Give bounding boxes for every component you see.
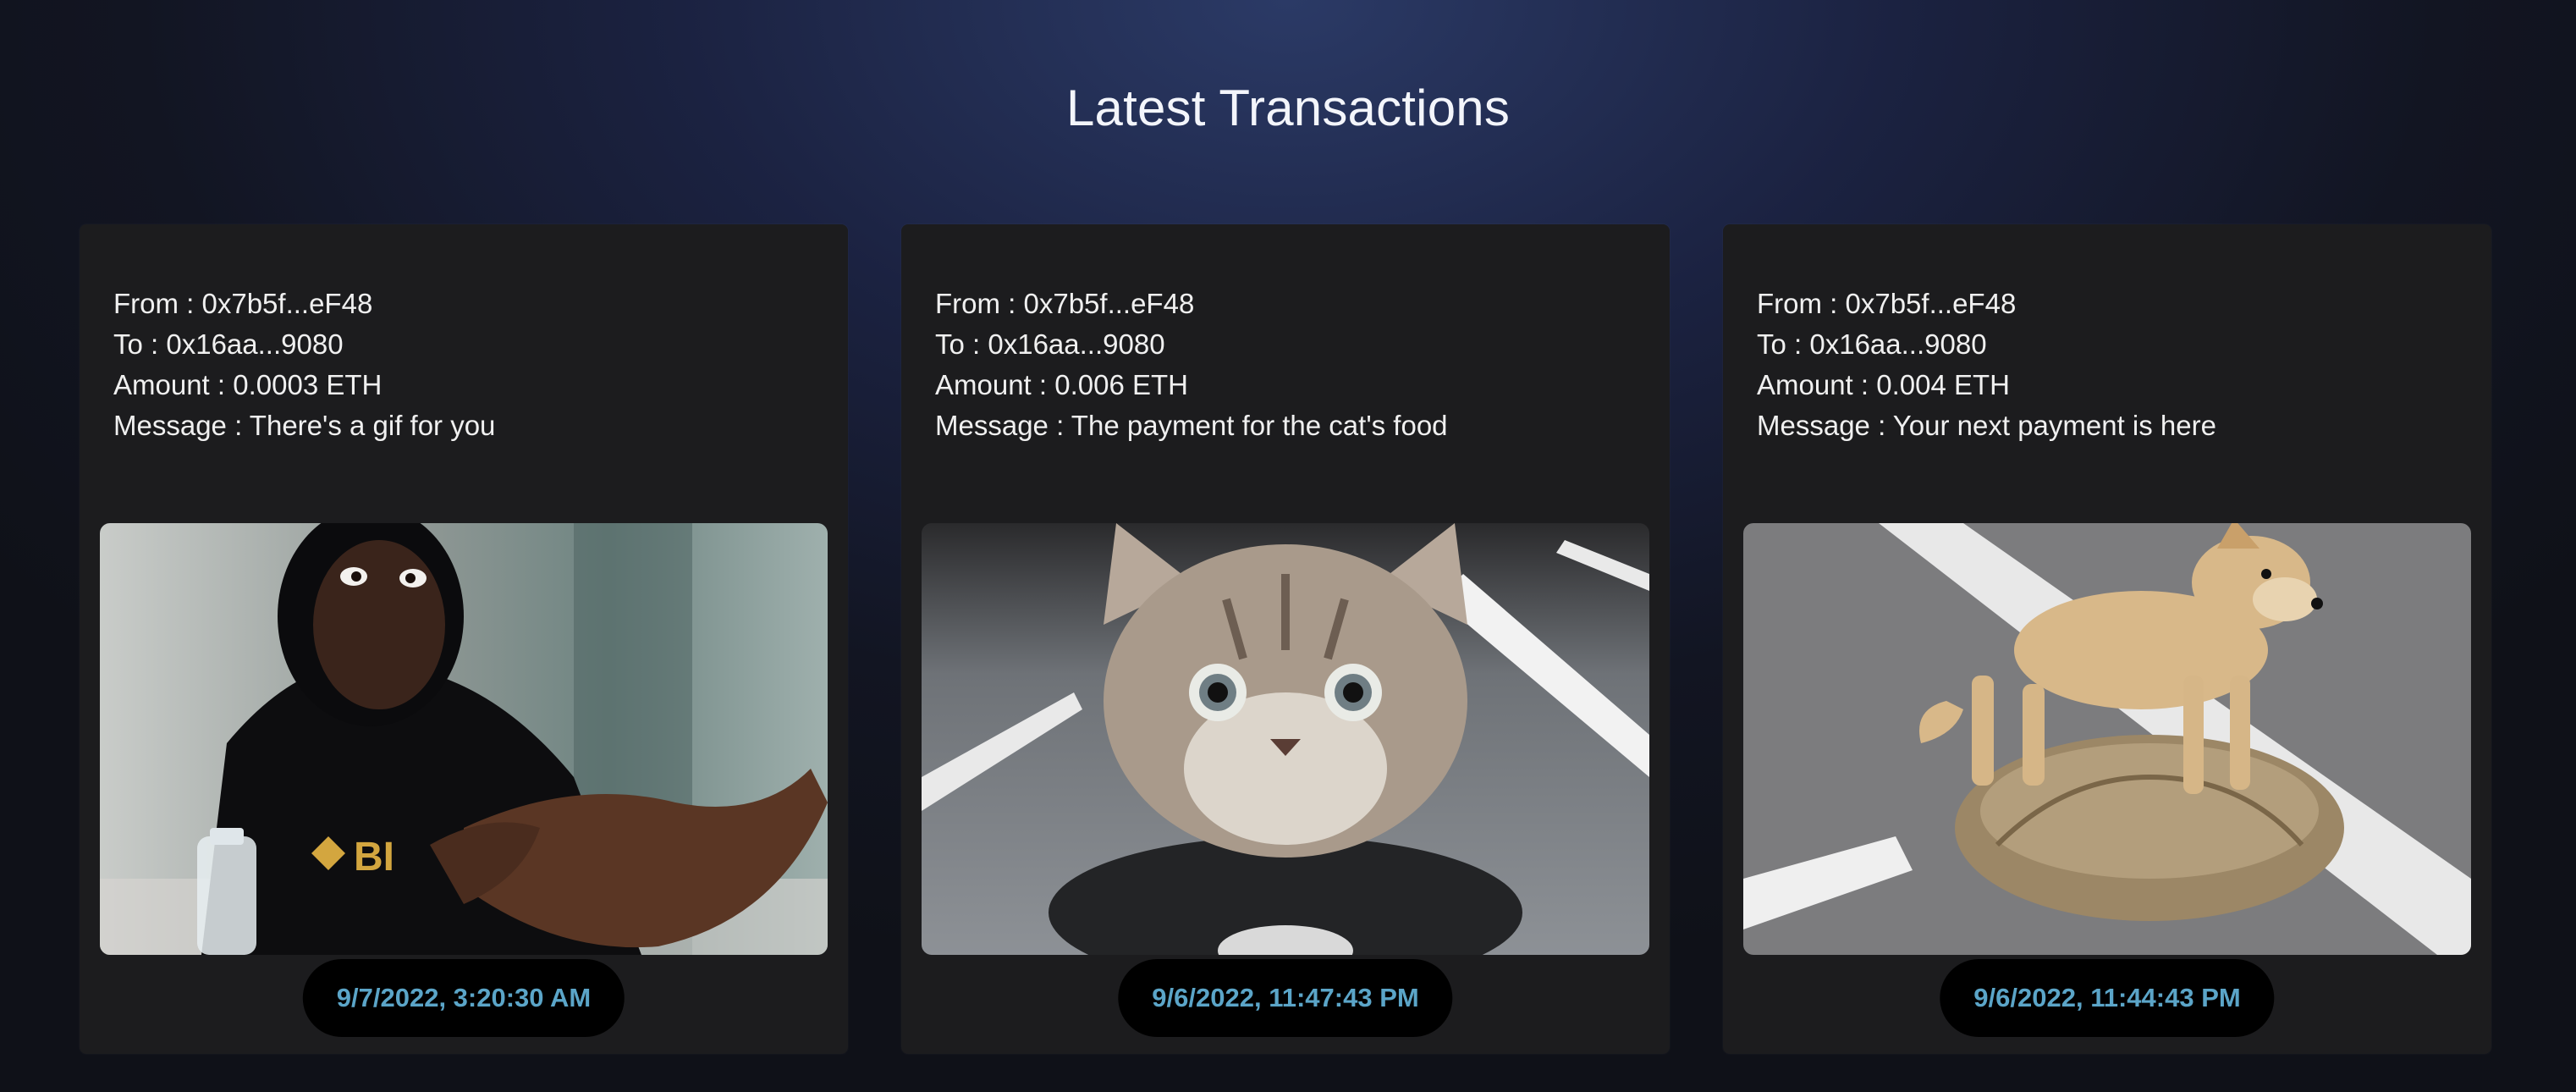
transaction-card: From : 0x7b5f...eF48 To : 0x16aa...9080 … bbox=[1723, 224, 2491, 1054]
transaction-gif bbox=[1743, 523, 2471, 955]
transaction-card: From : 0x7b5f...eF48 To : 0x16aa...9080 … bbox=[901, 224, 1670, 1054]
man-shrugging-gif: BI bbox=[100, 523, 828, 955]
cat-riding-motorcycle-gif bbox=[922, 523, 1649, 955]
amount-text: Amount : 0.0003 ETH bbox=[113, 369, 383, 400]
timestamp-badge: 9/6/2022, 11:44:43 PM bbox=[1940, 959, 2275, 1037]
transaction-card: From : 0x7b5f...eF48 To : 0x16aa...9080 … bbox=[80, 224, 848, 1054]
from-address-link[interactable]: From : 0x7b5f...eF48 bbox=[1757, 284, 2458, 324]
from-address-link[interactable]: From : 0x7b5f...eF48 bbox=[935, 284, 1636, 324]
transaction-details: From : 0x7b5f...eF48 To : 0x16aa...9080 … bbox=[935, 284, 1636, 446]
to-address-link[interactable]: To : 0x16aa...9080 bbox=[113, 324, 814, 365]
transaction-details: From : 0x7b5f...eF48 To : 0x16aa...9080 … bbox=[113, 284, 814, 446]
svg-text:BI: BI bbox=[354, 835, 394, 880]
transactions-list: From : 0x7b5f...eF48 To : 0x16aa...9080 … bbox=[80, 224, 2491, 1054]
timestamp-badge: 9/7/2022, 3:20:30 AM bbox=[302, 959, 625, 1037]
amount-text: Amount : 0.004 ETH bbox=[1757, 369, 2010, 400]
page-title: Latest Transactions bbox=[1065, 80, 1511, 137]
timestamp-badge: 9/6/2022, 11:47:43 PM bbox=[1118, 959, 1453, 1037]
from-address-link[interactable]: From : 0x7b5f...eF48 bbox=[113, 284, 814, 324]
transaction-gif bbox=[922, 523, 1649, 955]
transaction-gif: BI bbox=[100, 523, 828, 955]
message-text: Message : Your next payment is here bbox=[1757, 410, 2216, 441]
message-text: Message : There's a gif for you bbox=[113, 410, 496, 441]
dog-riding-tortoise-gif bbox=[1743, 523, 2471, 955]
to-address-link[interactable]: To : 0x16aa...9080 bbox=[1757, 324, 2458, 365]
amount-text: Amount : 0.006 ETH bbox=[935, 369, 1188, 400]
transaction-details: From : 0x7b5f...eF48 To : 0x16aa...9080 … bbox=[1757, 284, 2458, 446]
message-text: Message : The payment for the cat's food bbox=[935, 410, 1448, 441]
to-address-link[interactable]: To : 0x16aa...9080 bbox=[935, 324, 1636, 365]
